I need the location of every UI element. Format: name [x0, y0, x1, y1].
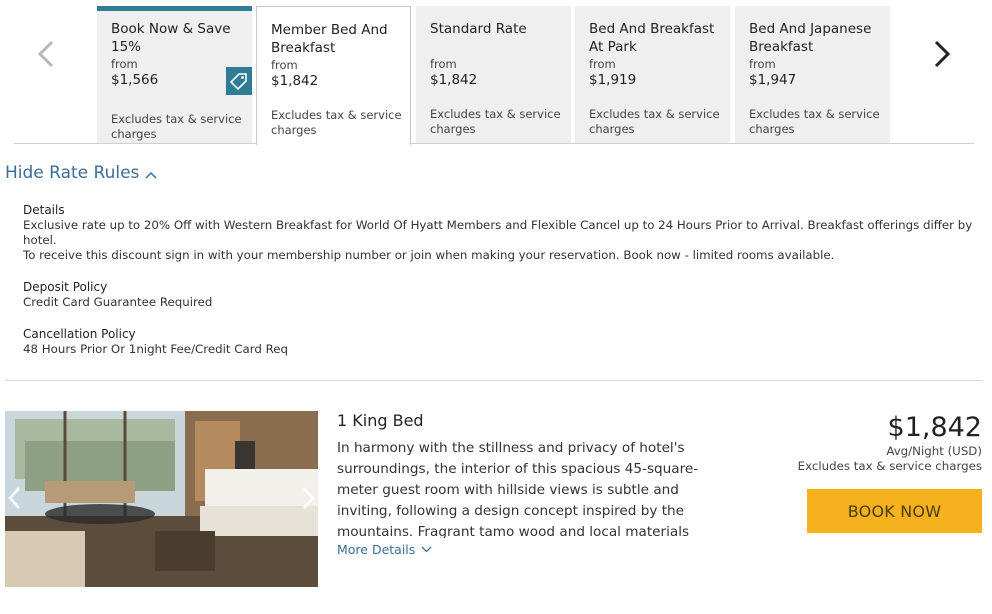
- hide-rate-rules-toggle[interactable]: Hide Rate Rules: [5, 163, 157, 183]
- room-price: $1,842: [887, 412, 982, 443]
- rate-name: Book Now & Save 15%: [111, 21, 231, 55]
- rate-from-label: from: [271, 58, 298, 72]
- rate-card-member-bed-breakfast[interactable]: Member Bed And Breakfast from $1,842 Exc…: [256, 6, 411, 145]
- details-heading: Details: [23, 203, 65, 217]
- price-excludes-note: Excludes tax & service charges: [797, 459, 982, 473]
- chevron-up-icon: [145, 171, 157, 179]
- rate-note: Excludes tax & service charges: [111, 112, 242, 141]
- details-text: Exclusive rate up to 20% Off with Wester…: [23, 218, 973, 247]
- deposit-text: Credit Card Guarantee Required: [23, 295, 213, 309]
- section-divider: [5, 380, 983, 381]
- room-photo-gallery[interactable]: [5, 411, 318, 587]
- room-info: 1 King Bed In harmony with the stillness…: [337, 411, 722, 558]
- room-photo: [5, 411, 318, 587]
- details-text-2: To receive this discount sign in with yo…: [23, 248, 835, 262]
- rate-note: Excludes tax & service charges: [430, 107, 561, 136]
- carousel-prev-button[interactable]: [34, 36, 58, 72]
- rate-price: $1,842: [430, 72, 478, 88]
- rate-price: $1,947: [749, 72, 797, 88]
- rate-note: Excludes tax & service charges: [749, 107, 880, 136]
- rate-card-bed-breakfast-park[interactable]: Bed And Breakfast At Park from $1,919 Ex…: [575, 6, 730, 143]
- rate-note: Excludes tax & service charges: [589, 107, 720, 136]
- more-details-link[interactable]: More Details: [337, 542, 432, 557]
- rate-name: Member Bed And Breakfast: [271, 22, 388, 56]
- rate-from-label: from: [749, 57, 776, 71]
- rate-name: Bed And Japanese Breakfast: [749, 21, 872, 55]
- cancellation-text: 48 Hours Prior Or 1night Fee/Credit Card…: [23, 342, 289, 356]
- rate-card-japanese-breakfast[interactable]: Bed And Japanese Breakfast from $1,947 E…: [735, 6, 890, 143]
- rate-carousel: Book Now & Save 15% from $1,566 Excludes…: [14, 6, 974, 145]
- rate-card-book-now-save[interactable]: Book Now & Save 15% from $1,566 Excludes…: [97, 6, 252, 143]
- rate-from-label: from: [430, 57, 457, 71]
- photo-next-button[interactable]: [300, 485, 316, 511]
- chevron-right-icon: [934, 40, 951, 68]
- rate-price: $1,919: [589, 72, 637, 88]
- deposit-section: Deposit Policy Credit Card Guarantee Req…: [23, 280, 973, 310]
- photo-prev-button[interactable]: [7, 485, 23, 511]
- chevron-down-icon: [421, 546, 432, 553]
- details-section: Details Exclusive rate up to 20% Off wit…: [23, 203, 973, 263]
- book-now-button[interactable]: BOOK NOW: [807, 489, 982, 533]
- rate-note: Excludes tax & service charges: [271, 108, 402, 137]
- rate-from-label: from: [111, 57, 138, 71]
- rate-name: Bed And Breakfast At Park: [589, 21, 715, 55]
- rate-from-label: from: [589, 57, 616, 71]
- room-price-block: $1,842 Avg/Night (USD) Excludes tax & se…: [798, 412, 982, 474]
- rate-rules-panel: Details Exclusive rate up to 20% Off wit…: [23, 203, 973, 374]
- rate-name: Standard Rate: [430, 21, 527, 37]
- more-details-label: More Details: [337, 542, 416, 557]
- tag-icon: [226, 67, 252, 95]
- rate-price: $1,842: [271, 73, 319, 89]
- hide-rate-rules-label: Hide Rate Rules: [5, 163, 140, 183]
- carousel-next-button[interactable]: [930, 36, 954, 72]
- cancellation-heading: Cancellation Policy: [23, 327, 136, 341]
- deposit-heading: Deposit Policy: [23, 280, 108, 294]
- rate-price: $1,566: [111, 72, 159, 88]
- avg-night-label: Avg/Night (USD): [886, 444, 982, 458]
- cancellation-section: Cancellation Policy 48 Hours Prior Or 1n…: [23, 327, 973, 357]
- room-title: 1 King Bed: [337, 411, 424, 430]
- rate-card-standard[interactable]: Standard Rate from $1,842 Excludes tax &…: [416, 6, 571, 143]
- chevron-left-icon: [8, 487, 20, 509]
- chevron-right-icon: [303, 487, 315, 509]
- room-description: In harmony with the stillness and privac…: [337, 440, 699, 538]
- chevron-left-icon: [37, 40, 54, 68]
